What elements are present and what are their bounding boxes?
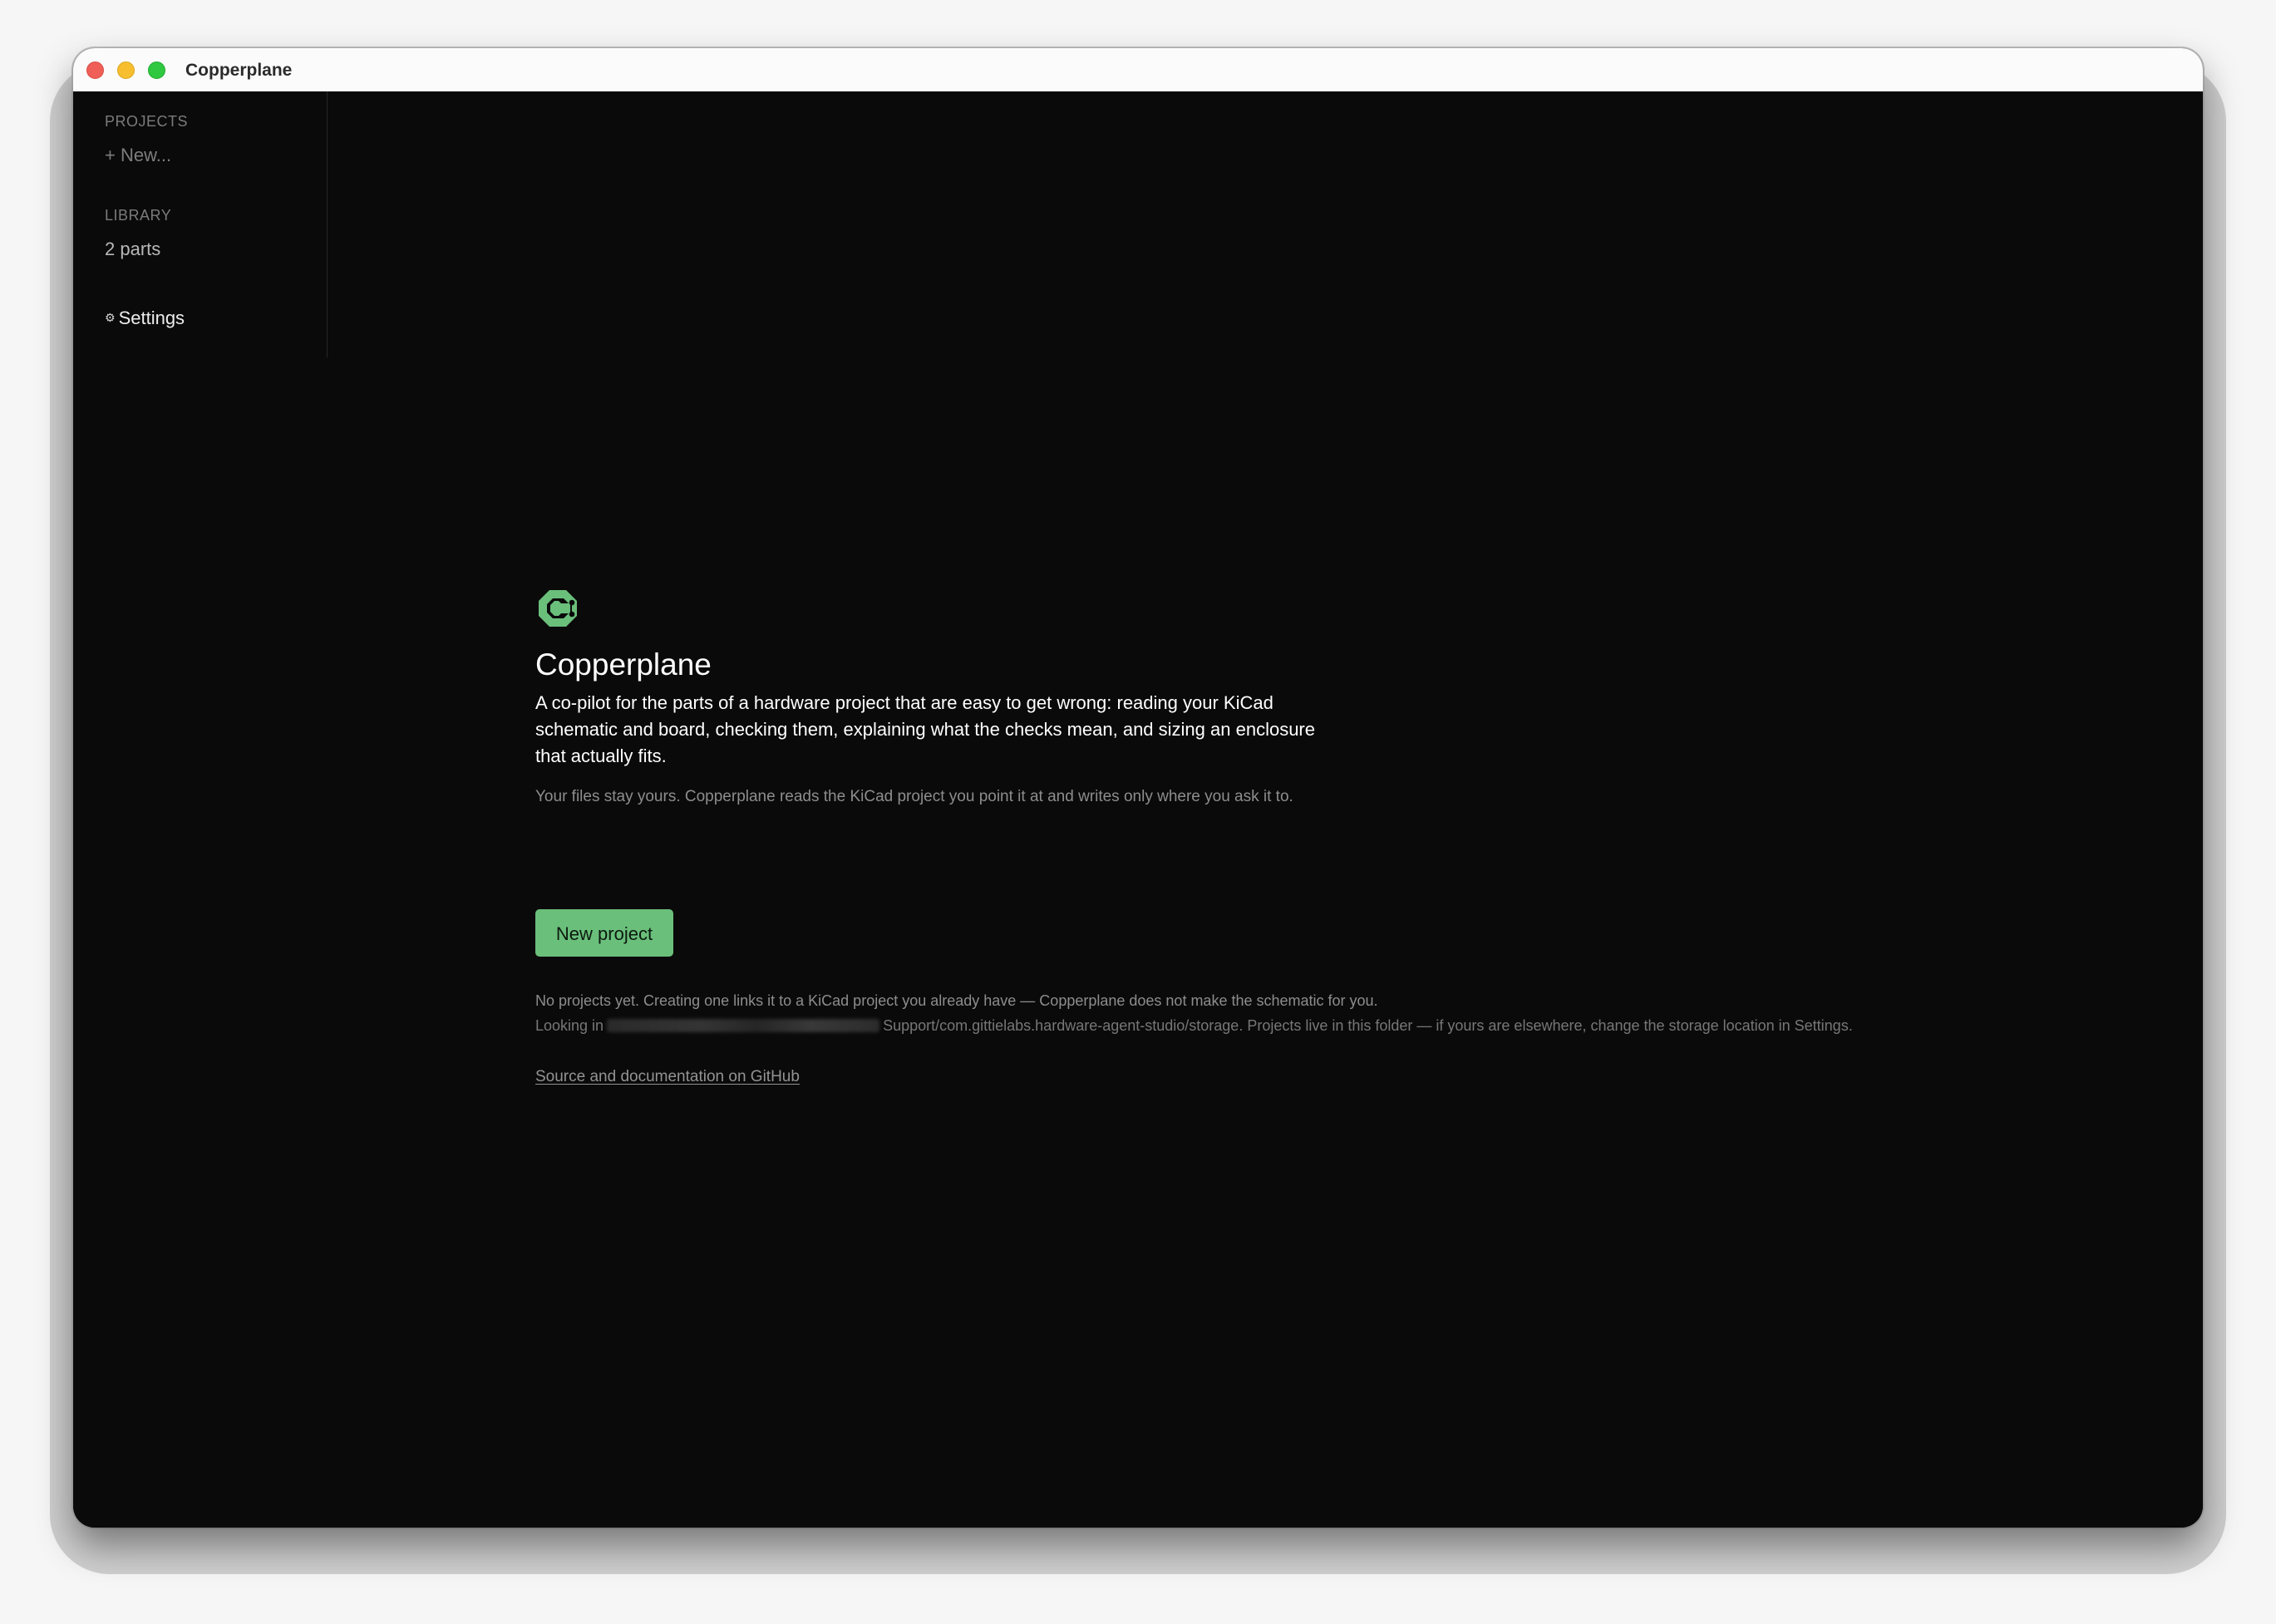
library-parts-link[interactable]: 2 parts	[105, 238, 160, 261]
redacted-path	[607, 1019, 880, 1032]
privacy-note: Your files stay yours. Copperplane reads…	[535, 788, 1293, 805]
close-window-button[interactable]	[86, 62, 104, 79]
app-name-heading: Copperplane	[535, 647, 712, 682]
storage-path-note: Looking in Support/com.gittielabs.hardwar…	[535, 1016, 1853, 1036]
library-section-label: LIBRARY	[105, 207, 172, 224]
app-description: A co-pilot for the parts of a hardware p…	[535, 692, 1315, 766]
minimize-window-button[interactable]	[117, 62, 135, 79]
maximize-window-button[interactable]	[148, 62, 165, 79]
settings-label: Settings	[118, 308, 185, 328]
empty-projects-note: No projects yet. Creating one links it t…	[535, 992, 1378, 1009]
welcome-panel: Copperplane A co-pilot for the parts of …	[535, 585, 2115, 1217]
window-title: Copperplane	[185, 61, 293, 80]
sidebar: PROJECTS + New... LIBRARY 2 parts ⚙ Setti…	[73, 91, 328, 357]
new-project-button[interactable]: New project	[535, 909, 673, 957]
app-content: PROJECTS + New... LIBRARY 2 parts ⚙ Setti…	[73, 91, 2203, 1528]
projects-section-label: PROJECTS	[105, 113, 189, 130]
gear-icon: ⚙	[105, 311, 116, 324]
title-bar: Copperplane	[73, 48, 2203, 92]
settings-link[interactable]: ⚙ Settings	[105, 306, 185, 330]
copperplane-logo-icon	[539, 590, 577, 627]
github-docs-link[interactable]: Source and documentation on GitHub	[535, 1067, 800, 1087]
storage-path-prefix: Looking in	[535, 1017, 604, 1034]
storage-path-suffix: Support/com.gittielabs.hardware-agent-st…	[883, 1017, 1853, 1034]
new-project-link[interactable]: + New...	[105, 144, 171, 167]
app-window: Copperplane PROJECTS + New... LIBRARY 2 …	[73, 48, 2203, 1528]
